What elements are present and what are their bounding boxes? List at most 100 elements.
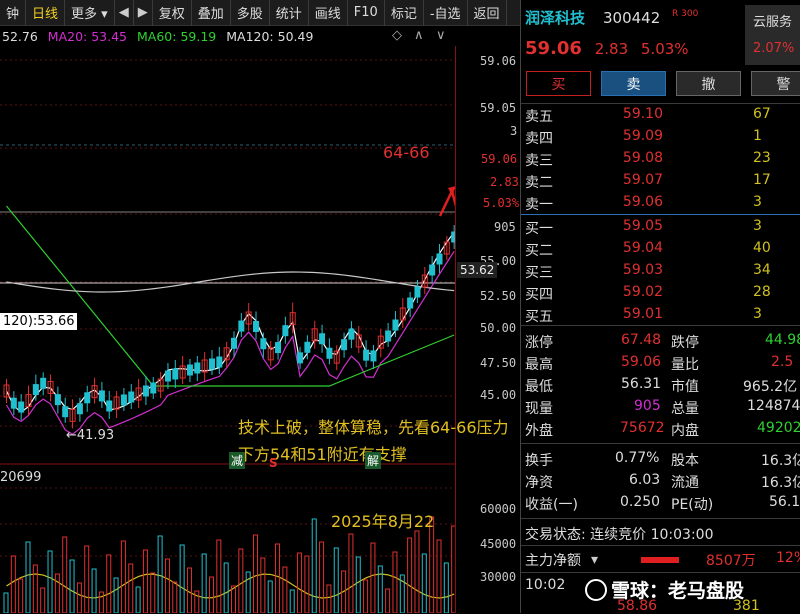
prev-arrow-icon[interactable]: ◀ bbox=[115, 0, 134, 26]
tab-minute[interactable]: 钟 bbox=[0, 0, 27, 26]
volume-label: 20699 bbox=[0, 470, 42, 485]
back-button[interactable]: 返回 bbox=[468, 0, 507, 26]
draw-line-button[interactable]: 画线 bbox=[309, 0, 348, 26]
axis-tick: 45000 bbox=[480, 537, 517, 551]
order-book-row[interactable]: 卖一 59.06 3 bbox=[521, 194, 800, 216]
buy-button[interactable]: 买 bbox=[526, 71, 591, 96]
volume-bar bbox=[260, 557, 266, 613]
candle-body bbox=[275, 342, 282, 354]
stat-label: 换手 bbox=[525, 453, 553, 469]
volume-bar bbox=[164, 558, 170, 613]
equity-value: 16.3亿 bbox=[761, 453, 800, 469]
divider bbox=[521, 518, 800, 519]
volume-bar bbox=[120, 540, 126, 613]
volume-bar bbox=[223, 562, 229, 613]
volume-bar bbox=[407, 537, 413, 613]
ma-legend: 52.76 MA20: 53.45 MA60: 59.19 MA120: 50.… bbox=[0, 26, 455, 46]
watermark: 雪球：老马盘股 bbox=[585, 576, 744, 603]
market-flag: R 300 bbox=[672, 9, 699, 19]
volume-bar bbox=[370, 542, 376, 613]
limit-up-value: 67.48 bbox=[621, 332, 662, 348]
stat-label: 收益(一) bbox=[525, 497, 578, 513]
order-price: 59.05 bbox=[622, 218, 663, 234]
event-s-badge[interactable]: S bbox=[269, 456, 278, 470]
more-dropdown[interactable]: 更多 ▾ bbox=[65, 0, 115, 26]
event-reduce-badge[interactable]: 减 bbox=[229, 452, 246, 469]
axis-overlap-change: 2.83 bbox=[490, 175, 519, 189]
candle-body bbox=[10, 397, 17, 409]
order-book-row[interactable]: 买四 59.02 28 bbox=[521, 284, 800, 306]
stats-button[interactable]: 统计 bbox=[270, 0, 309, 26]
volume-bar bbox=[326, 584, 332, 613]
tab-daily[interactable]: 日线 bbox=[26, 0, 66, 26]
candle-body bbox=[319, 333, 326, 345]
stat-label: 跌停 bbox=[671, 335, 699, 351]
order-book-row[interactable]: 买二 59.04 40 bbox=[521, 240, 800, 262]
order-book-row[interactable]: 卖二 59.07 17 bbox=[521, 172, 800, 194]
order-book-row[interactable]: 卖五 59.10 67 bbox=[521, 106, 800, 128]
candle-body bbox=[348, 328, 355, 340]
fuquan-button[interactable]: 复权 bbox=[153, 0, 192, 26]
price-axis: 59.06 59.05 3 59.06 2.83 5.03% 905 55.00… bbox=[455, 46, 520, 613]
multi-stock-button[interactable]: 多股 bbox=[231, 0, 270, 26]
divider bbox=[521, 572, 800, 573]
axis-tick: 59.05 bbox=[480, 101, 517, 115]
diamond-icon[interactable]: ◇ bbox=[392, 28, 402, 43]
sell-button[interactable]: 卖 bbox=[601, 71, 666, 96]
divider bbox=[521, 103, 800, 104]
remove-watchlist-button[interactable]: -自选 bbox=[424, 0, 468, 26]
f10-button[interactable]: F10 bbox=[348, 0, 385, 26]
axis-overlap-vol: 905 bbox=[494, 220, 516, 234]
volume-bar bbox=[10, 555, 16, 613]
stat-label: 最低 bbox=[525, 379, 553, 395]
order-book-row[interactable]: 买三 59.03 34 bbox=[521, 262, 800, 284]
volume-bar bbox=[392, 551, 398, 613]
volume-bar bbox=[231, 585, 236, 613]
order-book-row[interactable]: 买一 59.05 3 bbox=[521, 218, 800, 240]
divider bbox=[521, 443, 800, 444]
order-qty: 3 bbox=[753, 194, 762, 210]
volume-bar bbox=[238, 548, 244, 613]
volume-bar bbox=[106, 554, 112, 613]
volume-bar bbox=[348, 533, 354, 613]
chevron-down-icon[interactable]: ∨ bbox=[436, 28, 446, 43]
price-row: 59.06 2.83 5.03% bbox=[525, 38, 689, 59]
info-icon[interactable]: ▾ bbox=[591, 552, 598, 568]
candle-body bbox=[304, 341, 311, 353]
volume-bar bbox=[311, 518, 317, 613]
candle-body bbox=[407, 297, 414, 309]
chevron-up-icon[interactable]: ∧ bbox=[414, 28, 424, 43]
price-change-pct: 5.03% bbox=[640, 40, 689, 58]
order-price: 59.06 bbox=[622, 194, 663, 210]
event-unlock-badge[interactable]: 解 bbox=[365, 452, 382, 469]
alert-button[interactable]: 警 bbox=[751, 71, 800, 96]
candle-body bbox=[231, 337, 237, 349]
overlay-button[interactable]: 叠加 bbox=[192, 0, 231, 26]
cancel-button[interactable]: 撤 bbox=[676, 71, 741, 96]
sector-box[interactable]: 云服务 2.07% bbox=[745, 5, 800, 65]
volume-bar bbox=[113, 577, 119, 613]
target-label: 64-66 bbox=[383, 143, 430, 162]
order-level-label: 卖二 bbox=[525, 175, 553, 191]
sector-change: 2.07% bbox=[753, 41, 795, 56]
ma5-value: 52.76 bbox=[2, 28, 38, 44]
order-level-label: 买二 bbox=[525, 243, 553, 259]
volume-bar bbox=[436, 539, 442, 613]
order-book-row[interactable]: 卖三 59.08 23 bbox=[521, 150, 800, 172]
netflow-pct: 12% bbox=[776, 550, 800, 566]
candle-body bbox=[341, 339, 348, 351]
candle-body bbox=[392, 319, 399, 331]
mark-button[interactable]: 标记 bbox=[385, 0, 424, 26]
nav-value: 6.03 bbox=[629, 472, 661, 488]
volume-bar bbox=[414, 530, 420, 613]
order-level-label: 买一 bbox=[525, 221, 553, 237]
candle-body bbox=[128, 391, 135, 403]
order-price: 59.10 bbox=[622, 106, 663, 122]
axis-tick: 45.00 bbox=[480, 388, 517, 402]
stock-name: 润泽科技 bbox=[525, 9, 586, 27]
next-arrow-icon[interactable]: ▶ bbox=[134, 0, 153, 26]
order-book-row[interactable]: 卖四 59.09 1 bbox=[521, 128, 800, 150]
stat-label: 主力净额 bbox=[525, 553, 581, 569]
candle-body bbox=[120, 394, 127, 406]
volume-bar bbox=[289, 589, 295, 613]
